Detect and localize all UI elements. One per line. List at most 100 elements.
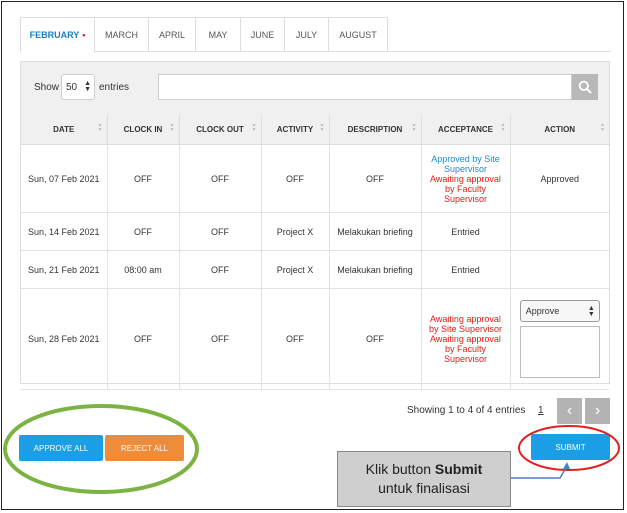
sort-icon: ▲ ▼ [169, 122, 175, 133]
cell-date: Sun, 28 Feb 2021 [21, 288, 108, 390]
cell-activity: OFF [261, 288, 330, 390]
cell-action [510, 212, 609, 251]
sort-icon: ▲ ▼ [97, 122, 103, 133]
cell-acceptance: Awaiting approval by Site Supervisor Awa… [421, 288, 511, 390]
cell-action [510, 250, 609, 289]
sort-icon: ▲ ▼ [319, 122, 325, 133]
callout-bold: Submit [434, 461, 483, 477]
header-label: ACCEPTANCE [438, 125, 493, 134]
column-header-clock-in[interactable]: CLOCK IN ▲ ▼ [107, 115, 180, 145]
action-comment-textarea[interactable] [519, 326, 600, 378]
tab-july[interactable]: JULY [284, 17, 329, 51]
cell-clock-out: OFF [179, 288, 262, 390]
search-input[interactable] [158, 74, 572, 100]
sort-icon: ▲ ▼ [251, 122, 257, 133]
cell-description: OFF [329, 288, 422, 390]
column-header-date[interactable]: DATE ▲ ▼ [21, 115, 108, 145]
page-link-1[interactable]: 1 [538, 405, 544, 416]
search-icon [578, 80, 592, 94]
tab-label: APRIL [158, 29, 185, 40]
tab-april[interactable]: APRIL [148, 17, 196, 51]
updown-arrow-icon: ▲ ▼ [84, 80, 91, 93]
cell-activity: OFF [261, 144, 330, 213]
header-label: CLOCK IN [123, 125, 163, 134]
cell-clock-out: OFF [179, 212, 262, 251]
table-row: Sun, 28 Feb 2021 OFF OFF OFF OFF Awaitin… [21, 288, 609, 390]
header-label: DATE [53, 125, 75, 134]
entries-per-page-select[interactable]: 50 ▲ ▼ [61, 74, 95, 100]
cell-date: Sun, 07 Feb 2021 [21, 144, 108, 213]
tab-february[interactable]: FEBRUARY • [20, 17, 95, 53]
cell-clock-in: OFF [107, 288, 180, 390]
column-header-activity[interactable]: ACTIVITY ▲ ▼ [261, 115, 330, 145]
search-button[interactable] [572, 74, 598, 100]
table-row: Sun, 14 Feb 2021 OFF OFF Project X Melak… [21, 212, 609, 251]
approve-all-button[interactable]: APPROVE ALL [19, 435, 103, 461]
cell-activity: Project X [261, 250, 330, 289]
tab-label: FEBRUARY [29, 30, 80, 40]
cell-activity: Project X [261, 212, 330, 251]
entries-label: entries [99, 82, 130, 93]
column-header-description[interactable]: DESCRIPTION ▲ ▼ [329, 115, 422, 145]
cell-description: Melakukan briefing [329, 212, 422, 251]
sort-icon: ▲ ▼ [600, 122, 605, 133]
header-label: DESCRIPTION [347, 125, 403, 134]
tab-label: JULY [295, 29, 318, 40]
tab-may[interactable]: MAY [195, 17, 241, 51]
cell-acceptance: Approved by Site Supervisor Awaiting app… [421, 144, 511, 213]
cell-date: Sun, 21 Feb 2021 [21, 250, 108, 289]
entries-value: 50 [66, 81, 78, 93]
cell-clock-in: OFF [107, 144, 180, 213]
tab-divider [20, 51, 611, 52]
cell-action: Approve ▲ ▼ [510, 288, 609, 390]
cell-description: OFF [329, 144, 422, 213]
header-label: ACTION [544, 125, 576, 134]
cell-date: Sun, 14 Feb 2021 [21, 212, 108, 251]
attendance-table: DATE ▲ ▼ CLOCK IN ▲ ▼ CLOCK OUT ▲ ▼ ACTIVITY ▲ ▼… [21, 115, 609, 390]
column-header-clock-out[interactable]: CLOCK OUT ▲ ▼ [179, 115, 262, 145]
month-tabs: FEBRUARY • MARCH APRIL MAY JUNE JULY AUGU… [20, 17, 388, 53]
prev-page-button[interactable]: ‹ [557, 398, 582, 424]
cell-clock-out: OFF [179, 144, 262, 213]
action-select[interactable]: Approve ▲ ▼ [519, 300, 600, 322]
cell-action: Approved [510, 144, 609, 213]
table-header-row: DATE ▲ ▼ CLOCK IN ▲ ▼ CLOCK OUT ▲ ▼ ACTIVITY ▲ ▼… [21, 115, 609, 145]
header-label: ACTIVITY [276, 125, 314, 134]
tab-august[interactable]: AUGUST [328, 17, 388, 51]
column-header-acceptance[interactable]: ACCEPTANCE ▲ ▼ [421, 115, 511, 145]
acceptance-approved-text: Approved by Site Supervisor [431, 153, 500, 174]
tab-label: JUNE [250, 29, 275, 40]
tab-label: MARCH [105, 29, 138, 40]
column-header-action[interactable]: ACTION ▲ ▼ [510, 115, 609, 145]
updown-arrow-icon: ▲ ▼ [587, 305, 595, 318]
submit-button[interactable]: SUBMIT [531, 434, 610, 460]
entries-panel: Show 50 ▲ ▼ entries DATE ▲ ▼ CLOCK IN ▲ ▼ CLO… [20, 61, 610, 390]
cell-clock-out: OFF [179, 250, 262, 289]
acceptance-awaiting-text: Awaiting approval by Faculty Supervisor [430, 173, 501, 204]
action-select-value: Approve [525, 306, 560, 316]
show-label: Show [34, 82, 60, 93]
table-toolbar: Show 50 ▲ ▼ entries [21, 62, 609, 116]
cell-description: Melakukan briefing [329, 250, 422, 289]
tab-label: AUGUST [339, 29, 377, 40]
callout-line2: untuk finalisasi [378, 480, 470, 496]
tab-june[interactable]: JUNE [240, 17, 285, 51]
active-dot-icon: • [82, 30, 86, 40]
chevron-left-icon: ‹ [566, 402, 573, 419]
sort-icon: ▲ ▼ [500, 122, 506, 133]
pagination-info: Showing 1 to 4 of 4 entries [407, 405, 526, 416]
cell-clock-in: 08:00 am [107, 250, 180, 289]
next-page-button[interactable]: › [585, 398, 610, 424]
sort-icon: ▲ ▼ [411, 122, 417, 133]
instruction-callout: Klik button Submit untuk finalisasi [337, 451, 511, 507]
cell-acceptance: Entried [421, 250, 511, 289]
table-row: Sun, 07 Feb 2021 OFF OFF OFF OFF Approve… [21, 144, 609, 213]
tab-march[interactable]: MARCH [94, 17, 149, 51]
tab-label: MAY [208, 29, 228, 40]
callout-prefix: Klik button [365, 461, 435, 477]
cell-clock-in: OFF [107, 212, 180, 251]
cell-acceptance: Entried [421, 212, 511, 251]
acceptance-awaiting-faculty-text: Awaiting approval by Faculty Supervisor [430, 334, 501, 364]
header-label: CLOCK OUT [196, 125, 244, 134]
reject-all-button[interactable]: REJECT ALL [105, 435, 184, 461]
